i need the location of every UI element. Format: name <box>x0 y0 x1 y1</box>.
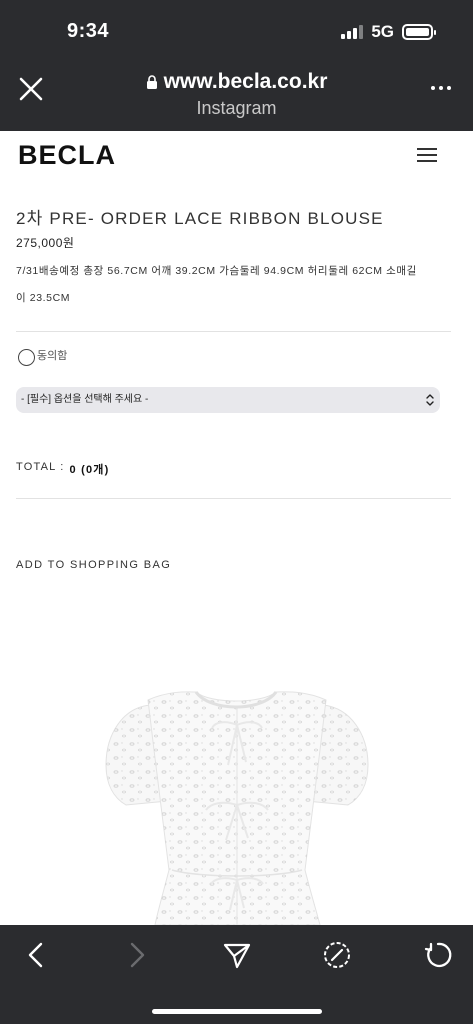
agree-label: 동의함 <box>37 349 68 362</box>
site-logo[interactable]: BECLA <box>18 140 116 171</box>
total-value: 0 (0개) <box>69 464 110 476</box>
site-header: BECLA <box>0 131 473 183</box>
reload-icon[interactable] <box>423 940 453 970</box>
chevron-left-icon[interactable] <box>22 940 52 970</box>
address-block[interactable]: www.becla.co.kr Instagram <box>0 70 473 119</box>
status-indicators: 5G <box>341 22 436 42</box>
url-display[interactable]: www.becla.co.kr <box>146 70 328 94</box>
compass-icon[interactable] <box>322 940 352 970</box>
send-icon[interactable] <box>222 940 252 970</box>
battery-icon <box>402 24 436 40</box>
url-text: www.becla.co.kr <box>163 70 328 93</box>
product-title: 2차 PRE- ORDER LACE RIBBON BLOUSE <box>16 209 384 228</box>
description-line: 이 23.5CM <box>16 292 71 304</box>
network-label: 5G <box>371 22 394 41</box>
browser-top-bar: 9:34 5G www.becla.co.kr Instagram <box>0 0 473 131</box>
total-row: TOTAL : 0 (0개) <box>16 461 110 477</box>
menu-icon[interactable] <box>417 148 437 166</box>
more-icon[interactable] <box>431 86 451 90</box>
home-indicator[interactable] <box>152 1009 322 1014</box>
option-select-value: - [필수] 옵션을 선택해 주세요 - <box>21 394 149 405</box>
product-price: 275,000원 <box>16 236 75 250</box>
status-time: 9:34 <box>67 20 110 42</box>
agree-radio[interactable] <box>18 349 35 366</box>
divider <box>16 498 451 499</box>
product-image <box>105 691 369 925</box>
browser-subtitle: Instagram <box>196 98 277 118</box>
chevron-updown-icon <box>426 394 434 406</box>
agree-option[interactable]: 동의함 <box>18 349 67 366</box>
product-description: 7/31배송예정 총장 56.7CM 어깨 39.2CM 가슴둘레 94.9CM… <box>16 258 456 312</box>
option-select[interactable]: - [필수] 옵션을 선택해 주세요 - <box>16 387 440 413</box>
divider <box>16 331 451 332</box>
chevron-right-icon[interactable] <box>121 940 151 970</box>
total-label: TOTAL : <box>16 461 65 473</box>
add-to-bag-button[interactable]: ADD TO SHOPPING BAG <box>16 559 171 571</box>
lock-icon <box>146 75 157 89</box>
description-line: 7/31배송예정 총장 56.7CM 어깨 39.2CM 가슴둘레 94.9CM… <box>16 265 417 277</box>
signal-icon <box>341 25 364 39</box>
